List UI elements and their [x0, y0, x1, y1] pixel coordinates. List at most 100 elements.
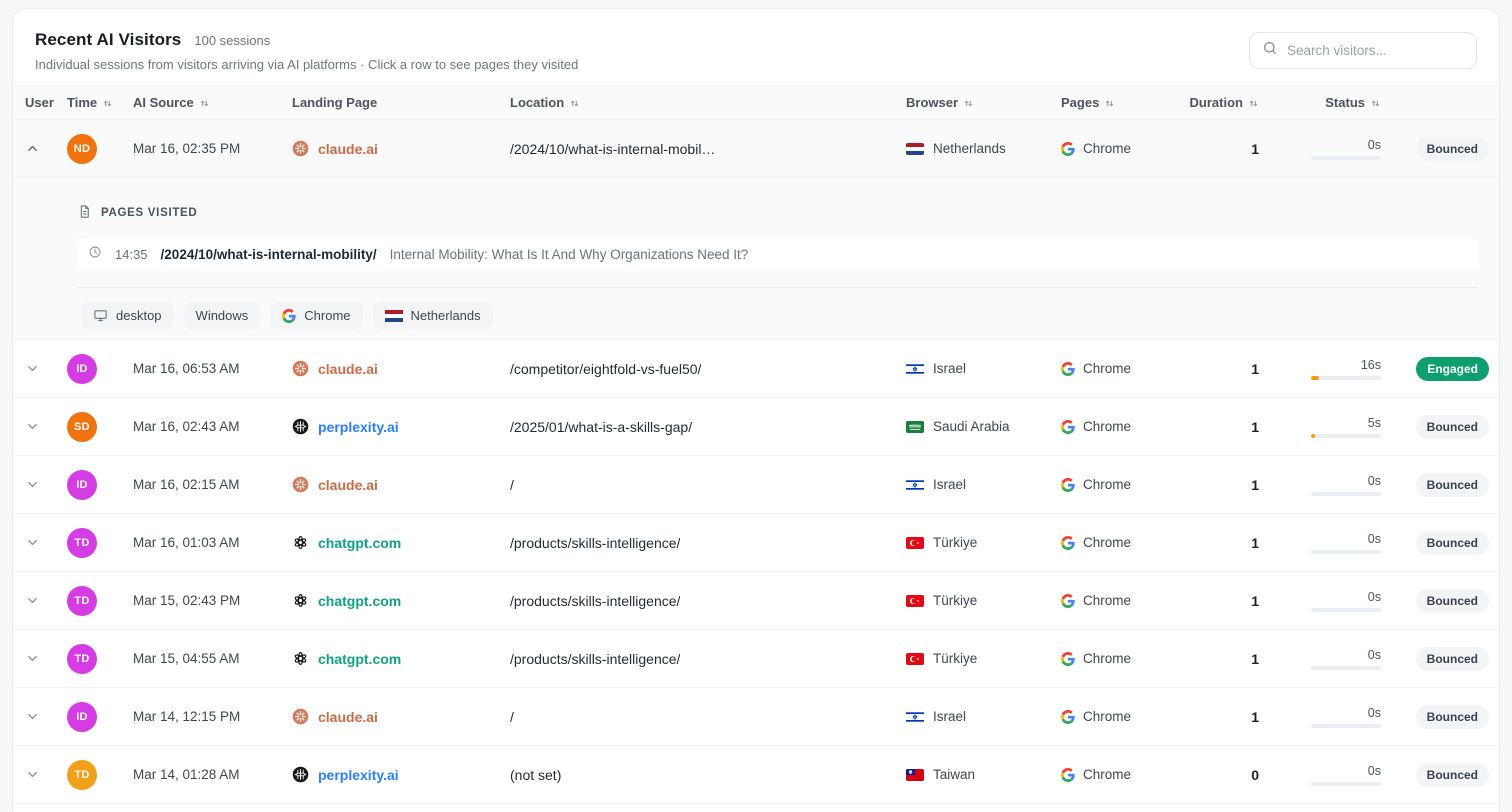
- time-value: Mar 14, 12:15 PM: [133, 709, 240, 724]
- landing-page-value: (not set): [510, 767, 561, 783]
- table-row[interactable]: TDMar 16, 01:03 AMchatgpt.com/products/s…: [13, 514, 1499, 572]
- ai-source-name: perplexity.ai: [318, 767, 399, 783]
- landing-page-cell: (not set): [498, 767, 902, 783]
- flag-nl-icon: [385, 310, 403, 322]
- column-header-time[interactable]: Time: [53, 95, 121, 110]
- expand-cell[interactable]: [13, 535, 53, 550]
- chrome-icon: [282, 309, 296, 323]
- duration-bar: [1311, 492, 1381, 496]
- browser-value: Chrome: [1083, 535, 1131, 550]
- flag-nl-icon: [906, 143, 924, 155]
- duration-bar: [1311, 156, 1381, 160]
- duration-cell: 0s: [1271, 706, 1396, 728]
- meta-chip-label: Windows: [196, 308, 249, 323]
- column-header-label: AI Source: [133, 95, 194, 110]
- pages-cell: 1: [1186, 709, 1271, 725]
- pages-value: 1: [1251, 593, 1259, 609]
- table-header-row: UserTimeAI SourceLanding PageLocationBro…: [13, 85, 1499, 120]
- search-input[interactable]: [1287, 43, 1464, 58]
- column-header-label: Duration: [1190, 95, 1243, 110]
- table-row[interactable]: TDMar 15, 04:55 AMchatgpt.com/products/s…: [13, 630, 1499, 688]
- duration-value: 0s: [1368, 590, 1381, 604]
- table-row[interactable]: NDMar 16, 02:35 PMclaude.ai/2024/10/what…: [13, 120, 1499, 178]
- expand-cell[interactable]: [13, 141, 53, 156]
- table-row[interactable]: TDMar 15, 02:43 PMchatgpt.com/products/s…: [13, 572, 1499, 630]
- ai-source-cell: claude.ai: [280, 140, 498, 157]
- table-row[interactable]: IDMar 16, 06:53 AMclaude.ai/competitor/e…: [13, 340, 1499, 398]
- location-cell: Taiwan: [902, 767, 1056, 782]
- expand-cell[interactable]: [13, 767, 53, 782]
- chevron-down-icon: [25, 361, 40, 376]
- table-body: NDMar 16, 02:35 PMclaude.ai/2024/10/what…: [13, 120, 1499, 804]
- status-badge: Bounced: [1416, 473, 1489, 497]
- duration-bar: [1311, 434, 1381, 438]
- duration-value: 0s: [1368, 648, 1381, 662]
- pages-cell: 1: [1186, 651, 1271, 667]
- browser-cell: Chrome: [1056, 767, 1186, 782]
- expand-cell[interactable]: [13, 593, 53, 608]
- column-header-landing-page: Landing Page: [280, 95, 498, 110]
- time-cell: Mar 16, 02:15 AM: [121, 477, 280, 492]
- table-row[interactable]: TDMar 14, 01:28 AMperplexity.ai(not set)…: [13, 746, 1499, 804]
- avatar: TD: [67, 760, 97, 790]
- table-row[interactable]: SDMar 16, 02:43 AMperplexity.ai/2025/01/…: [13, 398, 1499, 456]
- location-cell: Türkiye: [902, 593, 1056, 608]
- status-cell: Bounced: [1396, 473, 1500, 497]
- chevron-down-icon: [25, 709, 40, 724]
- status-badge: Bounced: [1416, 531, 1489, 555]
- expand-cell[interactable]: [13, 651, 53, 666]
- pages-value: 1: [1251, 477, 1259, 493]
- avatar: ND: [67, 134, 97, 164]
- location-value: Türkiye: [933, 593, 977, 608]
- browser-cell: Chrome: [1056, 361, 1186, 376]
- status-badge: Engaged: [1416, 357, 1489, 381]
- landing-page-value: /products/skills-intelligence/: [510, 535, 680, 551]
- expand-cell[interactable]: [13, 361, 53, 376]
- landing-page-value: /: [510, 477, 514, 493]
- pages-value: 1: [1251, 651, 1259, 667]
- chrome-icon: [1061, 362, 1075, 376]
- table-row[interactable]: IDMar 16, 02:15 AMclaude.ai/IsraelChrome…: [13, 456, 1499, 514]
- duration-cell: 0s: [1271, 648, 1396, 670]
- visited-page-time: 14:35: [115, 247, 148, 262]
- duration-cell: 0s: [1271, 590, 1396, 612]
- pages-cell: 1: [1186, 361, 1271, 377]
- user-cell: ID: [53, 354, 121, 384]
- pages-value: 1: [1251, 419, 1259, 435]
- location-cell: Netherlands: [902, 141, 1056, 156]
- column-header-browser[interactable]: Browser: [902, 95, 1056, 110]
- status-badge: Bounced: [1416, 589, 1489, 613]
- landing-page-cell: /competitor/eightfold-vs-fuel50/: [498, 361, 902, 377]
- browser-cell: Chrome: [1056, 651, 1186, 666]
- visited-page-item[interactable]: 14:35/2024/10/what-is-internal-mobility/…: [77, 238, 1479, 271]
- ai-source-name: claude.ai: [318, 709, 378, 725]
- browser-value: Chrome: [1083, 767, 1131, 782]
- status-cell: Bounced: [1396, 137, 1500, 161]
- chrome-icon: [1061, 652, 1075, 666]
- status-cell: Engaged: [1396, 357, 1500, 381]
- duration-value: 0s: [1368, 532, 1381, 546]
- search-box[interactable]: [1249, 32, 1477, 69]
- table-row[interactable]: IDMar 14, 12:15 PMclaude.ai/IsraelChrome…: [13, 688, 1499, 746]
- column-header-ai-source[interactable]: AI Source: [121, 95, 280, 110]
- user-cell: ND: [53, 134, 121, 164]
- avatar: ID: [67, 702, 97, 732]
- column-header-location[interactable]: Location: [498, 95, 902, 110]
- browser-cell: Chrome: [1056, 709, 1186, 724]
- column-header-duration[interactable]: Duration: [1186, 95, 1271, 110]
- pages-cell: 1: [1186, 419, 1271, 435]
- title-block: Recent AI Visitors 100 sessions Individu…: [35, 30, 578, 72]
- column-header-status[interactable]: Status: [1271, 95, 1396, 110]
- landing-page-cell: /products/skills-intelligence/: [498, 651, 902, 667]
- time-value: Mar 16, 01:03 AM: [133, 535, 240, 550]
- expand-cell[interactable]: [13, 709, 53, 724]
- landing-page-cell: /: [498, 709, 902, 725]
- status-cell: Bounced: [1396, 647, 1500, 671]
- pages-value: 1: [1251, 141, 1259, 157]
- ai-source-cell: chatgpt.com: [280, 650, 498, 667]
- user-cell: TD: [53, 760, 121, 790]
- chevron-down-icon: [25, 535, 40, 550]
- expand-cell[interactable]: [13, 477, 53, 492]
- expand-cell[interactable]: [13, 419, 53, 434]
- column-header-pages[interactable]: Pages: [1056, 95, 1186, 110]
